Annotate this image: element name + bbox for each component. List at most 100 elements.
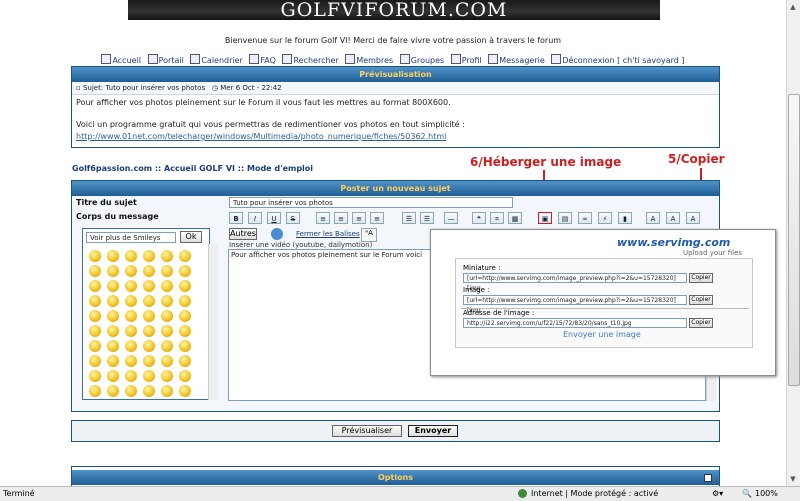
smiley-icon[interactable] bbox=[89, 295, 101, 307]
smiley-icon[interactable] bbox=[179, 355, 191, 367]
smiley-icon[interactable] bbox=[125, 310, 137, 322]
flash-icon[interactable]: ⚡ bbox=[598, 212, 612, 224]
options-expand-icon[interactable] bbox=[704, 474, 712, 482]
address-code[interactable]: http://i22.servimg.com/u/f22/15/72/83/20… bbox=[463, 318, 687, 328]
smiley-icon[interactable] bbox=[125, 295, 137, 307]
copy-address-button[interactable]: Copier bbox=[689, 318, 713, 328]
copy-miniature-button[interactable]: Copier bbox=[689, 273, 713, 283]
smiley-select[interactable]: Voir plus de Smileys bbox=[86, 232, 176, 243]
image-code[interactable]: [url=http://www.servimg.com/image_previe… bbox=[463, 295, 687, 314]
smiley-icon[interactable] bbox=[89, 325, 101, 337]
align-center-icon[interactable]: ≡ bbox=[334, 212, 348, 224]
video-icon[interactable]: ▮ bbox=[618, 212, 632, 224]
smiley-icon[interactable] bbox=[179, 280, 191, 292]
smiley-icon[interactable] bbox=[107, 385, 119, 397]
align-left-icon[interactable]: ≡ bbox=[316, 212, 330, 224]
smiley-icon[interactable] bbox=[179, 310, 191, 322]
list-icon[interactable]: ☰ bbox=[402, 212, 416, 224]
smiley-icon[interactable] bbox=[107, 355, 119, 367]
font-color-icon[interactable]: A bbox=[666, 212, 680, 224]
font-tool-icon[interactable]: ᴬA bbox=[361, 228, 377, 242]
smiley-icon[interactable] bbox=[89, 340, 101, 352]
smiley-icon[interactable] bbox=[161, 250, 173, 262]
align-justify-icon[interactable]: ≡ bbox=[370, 212, 384, 224]
send-button[interactable]: Envoyer bbox=[408, 425, 458, 437]
smiley-icon[interactable] bbox=[161, 340, 173, 352]
zoom-level[interactable]: 100% bbox=[755, 487, 778, 501]
smiley-icon[interactable] bbox=[107, 295, 119, 307]
subject-input[interactable]: Tuto pour insérer vos photos bbox=[229, 197, 513, 208]
strike-button[interactable]: S bbox=[286, 212, 300, 224]
smiley-icon[interactable] bbox=[161, 310, 173, 322]
smiley-scrollbar[interactable] bbox=[208, 244, 218, 400]
italic-button[interactable]: I bbox=[248, 212, 262, 224]
smiley-icon[interactable] bbox=[107, 265, 119, 277]
smiley-ok-button[interactable]: Ok bbox=[180, 231, 202, 243]
smiley-icon[interactable] bbox=[107, 325, 119, 337]
link-icon[interactable]: ∞ bbox=[578, 212, 592, 224]
autres-button[interactable]: Autres bbox=[229, 228, 257, 240]
send-image-link[interactable]: Envoyer une image bbox=[563, 330, 641, 339]
smiley-icon[interactable] bbox=[179, 385, 191, 397]
smiley-icon[interactable] bbox=[161, 385, 173, 397]
scroll-up-icon[interactable]: ▲ bbox=[788, 2, 798, 12]
smiley-icon[interactable] bbox=[89, 310, 101, 322]
smiley-icon[interactable] bbox=[143, 265, 155, 277]
miniature-code[interactable]: [url=http://www.servimg.com/image_previe… bbox=[463, 273, 687, 292]
smiley-icon[interactable] bbox=[89, 355, 101, 367]
smiley-icon[interactable] bbox=[125, 340, 137, 352]
smiley-icon[interactable] bbox=[143, 385, 155, 397]
bold-button[interactable]: B bbox=[229, 212, 243, 224]
smiley-icon[interactable] bbox=[143, 355, 155, 367]
hr-icon[interactable]: — bbox=[444, 212, 458, 224]
smiley-icon[interactable] bbox=[179, 265, 191, 277]
smiley-icon[interactable] bbox=[179, 370, 191, 382]
smiley-icon[interactable] bbox=[89, 250, 101, 262]
smiley-icon[interactable] bbox=[179, 250, 191, 262]
smiley-icon[interactable] bbox=[143, 325, 155, 337]
quote-icon[interactable]: ❝ bbox=[472, 212, 486, 224]
scroll-thumb[interactable] bbox=[788, 94, 800, 386]
smiley-icon[interactable] bbox=[143, 295, 155, 307]
copy-image-button[interactable]: Copier bbox=[689, 295, 713, 305]
smiley-icon[interactable] bbox=[161, 325, 173, 337]
smiley-icon[interactable] bbox=[107, 370, 119, 382]
smiley-icon[interactable] bbox=[107, 250, 119, 262]
smiley-icon[interactable] bbox=[143, 370, 155, 382]
image-icon[interactable]: ▤ bbox=[558, 212, 572, 224]
smiley-icon[interactable] bbox=[143, 310, 155, 322]
smiley-icon[interactable] bbox=[161, 370, 173, 382]
align-right-icon[interactable]: ≡ bbox=[352, 212, 366, 224]
smiley-icon[interactable] bbox=[179, 340, 191, 352]
smiley-icon[interactable] bbox=[107, 280, 119, 292]
close-tags-link[interactable]: Fermer les Balises bbox=[296, 230, 360, 238]
smiley-icon[interactable] bbox=[89, 280, 101, 292]
scroll-down-icon[interactable]: ▼ bbox=[788, 474, 798, 484]
smiley-icon[interactable] bbox=[125, 355, 137, 367]
underline-button[interactable]: U bbox=[267, 212, 281, 224]
smiley-icon[interactable] bbox=[143, 280, 155, 292]
smiley-icon[interactable] bbox=[143, 340, 155, 352]
help-icon[interactable] bbox=[271, 228, 283, 240]
smiley-icon[interactable] bbox=[179, 325, 191, 337]
smiley-icon[interactable] bbox=[161, 295, 173, 307]
smiley-icon[interactable] bbox=[143, 250, 155, 262]
zoom-icon[interactable]: 🔍 bbox=[742, 487, 752, 501]
host-image-icon[interactable]: ▣ bbox=[538, 212, 552, 224]
smiley-icon[interactable] bbox=[107, 340, 119, 352]
smiley-icon[interactable] bbox=[89, 370, 101, 382]
smiley-icon[interactable] bbox=[89, 265, 101, 277]
smiley-icon[interactable] bbox=[161, 355, 173, 367]
smiley-icon[interactable] bbox=[161, 280, 173, 292]
smiley-icon[interactable] bbox=[89, 385, 101, 397]
preview-button[interactable]: Prévisualiser bbox=[332, 425, 402, 437]
font-size-icon[interactable]: A bbox=[646, 212, 660, 224]
smiley-icon[interactable] bbox=[125, 280, 137, 292]
code-icon[interactable]: ⌗ bbox=[490, 212, 504, 224]
smiley-icon[interactable] bbox=[125, 325, 137, 337]
smiley-icon[interactable] bbox=[107, 310, 119, 322]
table-icon[interactable]: ▦ bbox=[508, 212, 522, 224]
zoom-tool-icon[interactable]: ⚙▾ bbox=[712, 487, 723, 501]
numbered-list-icon[interactable]: ☰ bbox=[420, 212, 434, 224]
smiley-icon[interactable] bbox=[125, 370, 137, 382]
